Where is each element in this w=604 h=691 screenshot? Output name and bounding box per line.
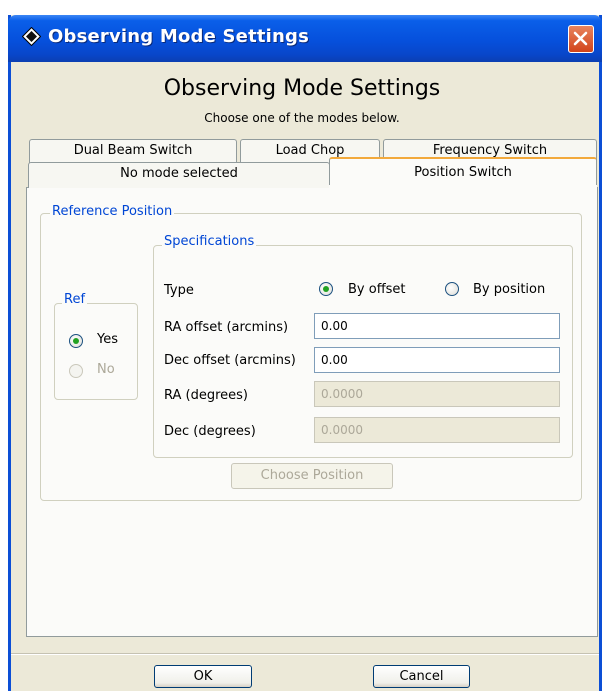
- radio-selected-dot: [73, 338, 79, 344]
- by-offset-radio[interactable]: [319, 282, 333, 296]
- tab-no-mode-selected[interactable]: No mode selected: [28, 162, 330, 188]
- ref-no-label: No: [97, 362, 115, 377]
- ra-degrees-input[interactable]: 0.0000: [314, 381, 560, 407]
- by-position-radio[interactable]: [445, 282, 459, 296]
- by-position-label: By position: [473, 282, 546, 297]
- footer-separator: [11, 653, 599, 655]
- type-label: Type: [164, 283, 194, 298]
- choose-position-button[interactable]: Choose Position: [231, 463, 393, 489]
- ref-no-radio[interactable]: [69, 364, 83, 378]
- ra-offset-label: RA offset (arcmins): [164, 320, 289, 335]
- selected-tab-joint: [329, 185, 597, 189]
- title-bar[interactable]: Observing Mode Settings: [8, 15, 602, 62]
- ra-degrees-label: RA (degrees): [164, 388, 249, 403]
- by-offset-label: By offset: [348, 282, 406, 297]
- dialog-subheading: Choose one of the modes below.: [204, 111, 400, 125]
- dec-degrees-input[interactable]: 0.0000: [314, 417, 560, 443]
- tab-dual-beam-switch[interactable]: Dual Beam Switch: [29, 139, 237, 164]
- radio-selected-dot: [323, 286, 329, 292]
- ra-offset-input[interactable]: 0.00: [314, 313, 560, 339]
- ok-button[interactable]: OK: [154, 665, 252, 688]
- ref-yes-radio[interactable]: [69, 334, 83, 348]
- ref-legend: Ref: [62, 292, 88, 307]
- diamond-app-icon: [22, 27, 41, 46]
- ref-group: [54, 303, 138, 400]
- dec-offset-input[interactable]: 0.00: [314, 347, 560, 373]
- dialog-heading: Observing Mode Settings: [163, 76, 441, 101]
- cancel-button[interactable]: Cancel: [373, 665, 470, 688]
- close-x-icon: [573, 31, 588, 46]
- dec-offset-label: Dec offset (arcmins): [164, 353, 296, 368]
- dec-degrees-label: Dec (degrees): [164, 424, 256, 439]
- reference-position-legend: Reference Position: [50, 204, 175, 219]
- window-title: Observing Mode Settings: [48, 26, 310, 47]
- close-button[interactable]: [568, 25, 594, 53]
- ref-yes-label: Yes: [97, 332, 118, 347]
- tab-position-switch[interactable]: Position Switch: [329, 157, 597, 188]
- specifications-legend: Specifications: [162, 234, 257, 249]
